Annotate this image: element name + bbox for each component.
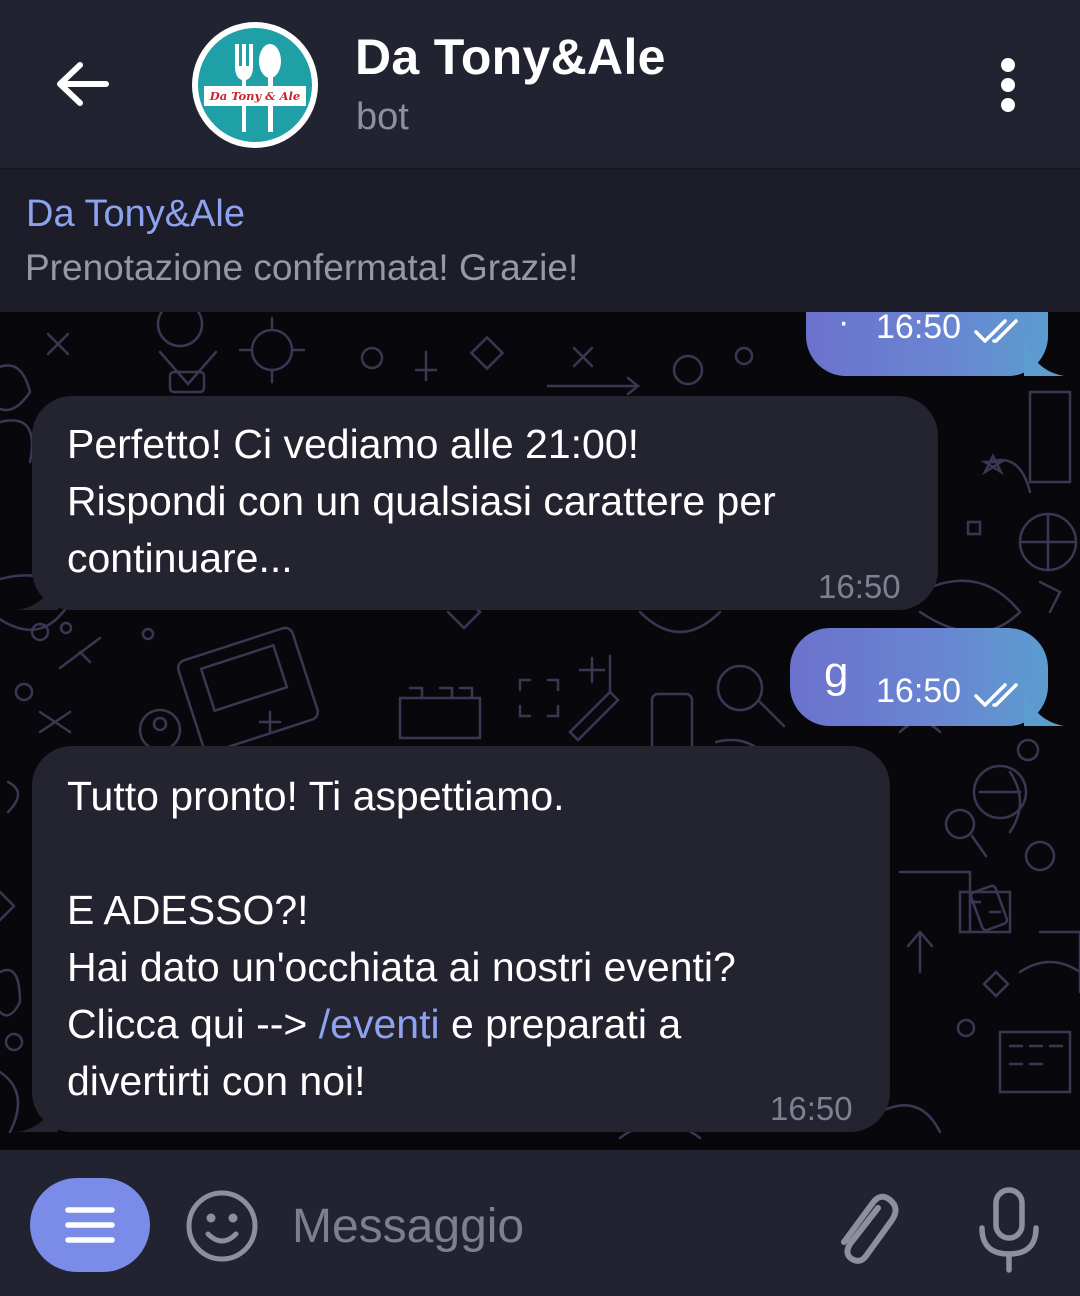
bubble-tail [1024,686,1064,726]
pinned-title: Da Tony&Ale [26,193,245,235]
chat-subtitle: bot [356,96,409,138]
message-text: Clicca qui --> [67,1001,319,1047]
emoji-icon[interactable] [184,1188,260,1264]
bot-avatar[interactable]: Da Tony & Ale [192,22,318,148]
message-time: 16:50 [770,1090,853,1127]
message-line: Hai dato un'occhiata ai nostri eventi? [67,944,736,990]
menu-icon [65,1207,115,1243]
message-line: divertirti con noi! [67,1058,366,1104]
message-line: Rispondi con un qualsiasi carattere per [67,478,776,524]
incoming-message[interactable]: Tutto pronto! Ti aspettiamo. E ADESSO?! … [18,746,890,1132]
double-check-icon [974,683,1018,707]
message-line: continuare... [67,535,293,581]
bubble-tail [18,570,58,610]
chat-area[interactable]: · 16:50 Perfetto! Ci vediamo alle 21:00!… [0,312,1080,1150]
message-input-bar [0,1150,1080,1296]
chat-header: Da Tony & Ale Da Tony&Ale bot [0,0,1080,168]
paperclip-icon[interactable] [826,1186,902,1270]
bubble-tail [1024,336,1064,376]
message-time: 16:50 [876,312,962,346]
double-check-icon [974,319,1018,343]
outgoing-message[interactable]: g 16:50 [790,628,1064,726]
microphone-icon[interactable] [974,1184,1044,1276]
message-line: E ADESSO?! [67,887,309,933]
message-time: 16:50 [876,672,962,710]
incoming-message[interactable]: Perfetto! Ci vediamo alle 21:00! Rispond… [18,396,938,610]
back-button[interactable] [42,44,122,124]
fork-spoon-icon [204,44,306,132]
message-line: Perfetto! Ci vediamo alle 21:00! [67,421,640,467]
message-line: Clicca qui --> /eventi e preparati a [67,996,887,1053]
pinned-text: Prenotazione confermata! Grazie! [25,247,579,288]
chat-title[interactable]: Da Tony&Ale [355,28,666,86]
message-text: · [838,312,850,341]
more-options-button[interactable] [980,50,1036,120]
message-input[interactable] [292,1188,792,1264]
eventi-command-link[interactable]: /eventi [319,1001,440,1047]
bubble-tail [18,1092,58,1132]
message-text: g [824,648,849,697]
message-text: e preparati a [439,1001,682,1047]
arrow-left-icon [57,62,109,106]
more-vertical-icon [1001,58,1015,112]
bot-menu-button[interactable] [30,1178,150,1272]
pinned-message-bar[interactable]: Da Tony&Ale Prenotazione confermata! Gra… [0,168,1080,312]
message-time: 16:50 [818,568,901,605]
outgoing-message[interactable]: · 16:50 [806,312,1064,376]
logo-text: Da Tony & Ale [209,89,301,103]
restaurant-logo: Da Tony & Ale [198,28,312,142]
message-line: Tutto pronto! Ti aspettiamo. [67,773,565,819]
